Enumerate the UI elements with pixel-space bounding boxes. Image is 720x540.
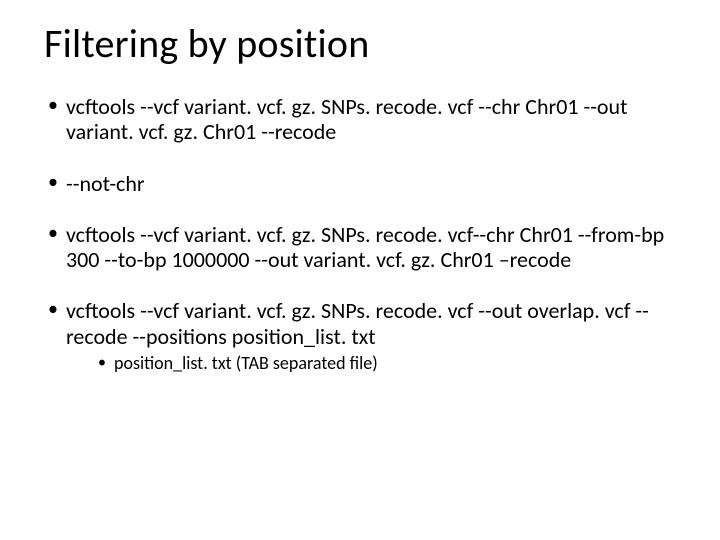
- list-item: vcftools --vcf variant. vcf. gz. SNPs. r…: [44, 298, 676, 374]
- sub-bullet-text: position_list. txt (TAB separated file): [114, 352, 378, 374]
- bullet-text: vcftools --vcf variant. vcf. gz. SNPs. r…: [66, 221, 664, 273]
- sub-list-item: position_list. txt (TAB separated file): [96, 353, 676, 375]
- bullet-list: vcftools --vcf variant. vcf. gz. SNPs. r…: [44, 94, 676, 375]
- list-item: vcftools --vcf variant. vcf. gz. SNPs. r…: [44, 222, 676, 273]
- bullet-text: --not-chr: [66, 170, 145, 197]
- list-item: --not-chr: [44, 171, 676, 196]
- bullet-text: vcftools --vcf variant. vcf. gz. SNPs. r…: [66, 93, 627, 145]
- bullet-text: vcftools --vcf variant. vcf. gz. SNPs. r…: [66, 297, 649, 349]
- list-item: vcftools --vcf variant. vcf. gz. SNPs. r…: [44, 94, 676, 145]
- slide-title: Filtering by position: [44, 22, 676, 66]
- slide: Filtering by position vcftools --vcf var…: [0, 0, 720, 540]
- sub-list: position_list. txt (TAB separated file): [96, 353, 676, 375]
